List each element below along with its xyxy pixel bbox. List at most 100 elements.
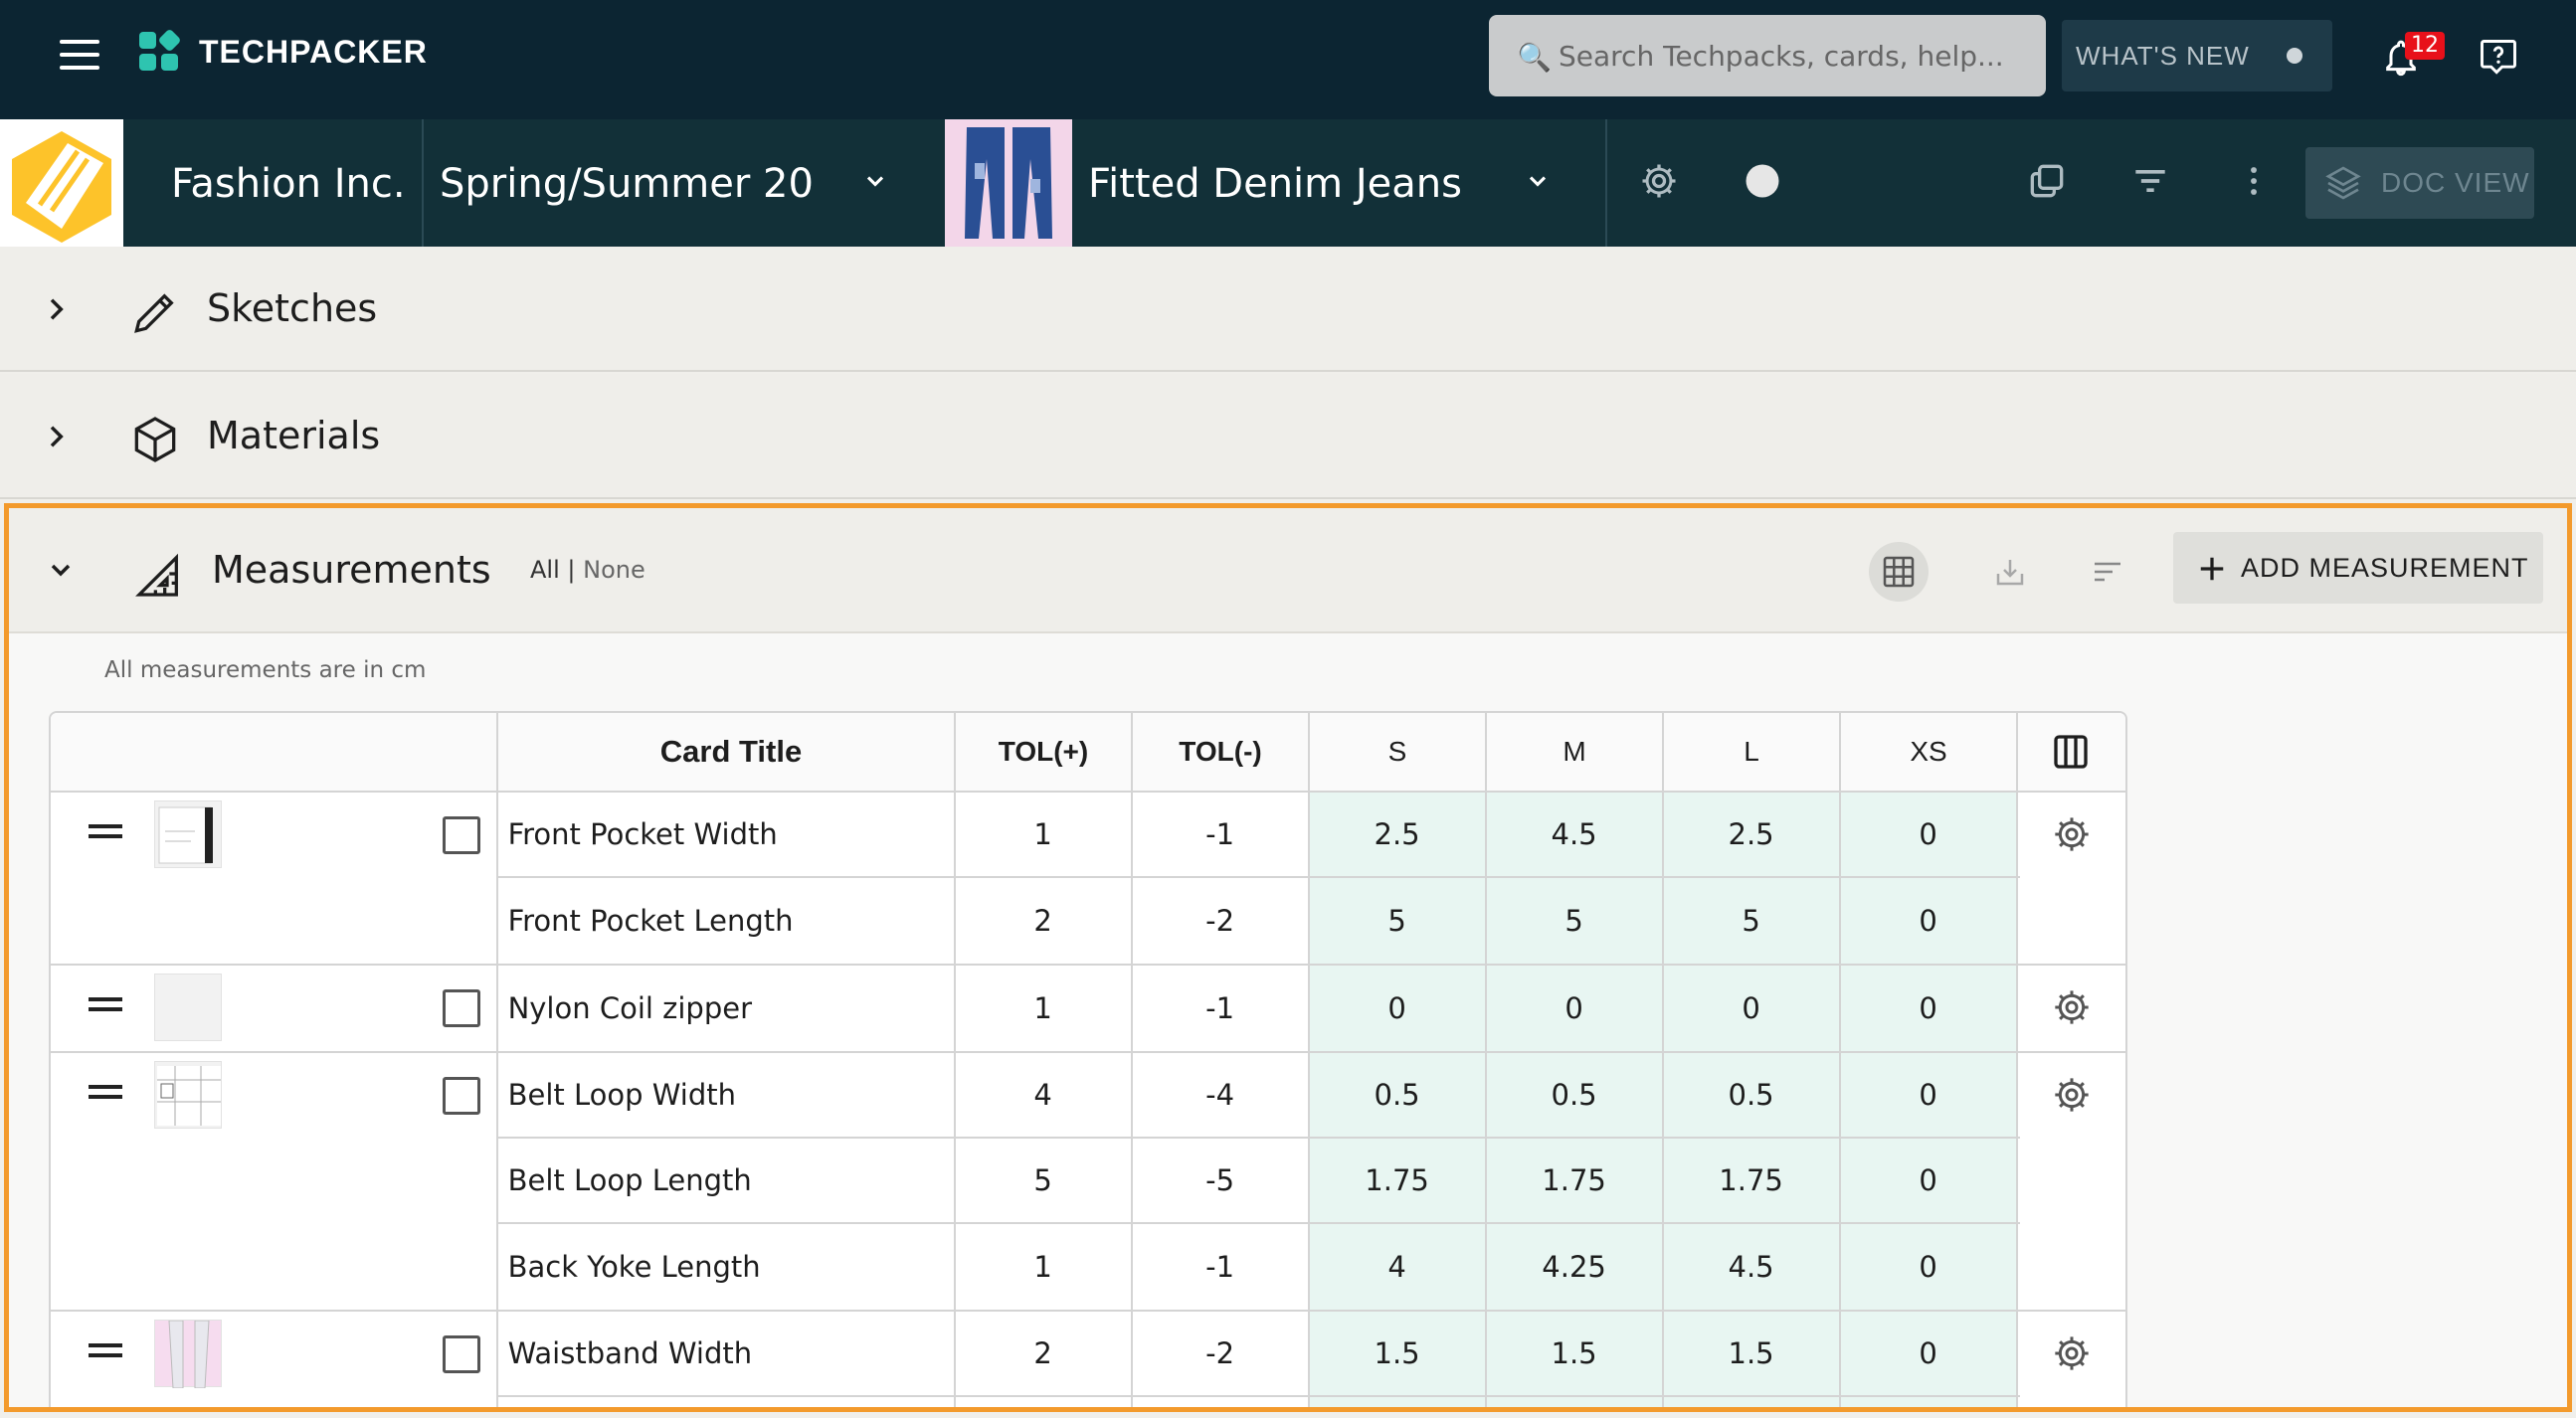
product-name[interactable]: Fitted Denim Jeans [1088, 161, 1462, 207]
cell-size-s[interactable]: 5 [1309, 878, 1487, 964]
cell-size-s[interactable]: 2.5 [1309, 793, 1487, 876]
cell-size-s[interactable] [1309, 1397, 1487, 1407]
filter-icon[interactable] [2128, 159, 2172, 203]
cell-size-xs[interactable]: 0 [1840, 966, 2018, 1051]
cell-card-title[interactable]: Front Pocket Length [498, 878, 956, 964]
cell-tol-minus[interactable]: -1 [1133, 1224, 1310, 1310]
cell-size-l[interactable]: 1.75 [1663, 1139, 1841, 1222]
gear-icon[interactable] [2052, 1333, 2092, 1373]
cell-size-s[interactable]: 4 [1309, 1224, 1487, 1310]
cell-tol-minus[interactable]: -5 [1133, 1139, 1310, 1222]
select-all-link[interactable]: All [530, 556, 560, 584]
cell-card-title[interactable]: Waistband Width [498, 1312, 956, 1395]
cell-size-xs[interactable]: 0 [1840, 878, 2018, 964]
table-row[interactable] [498, 1397, 2021, 1407]
drag-handle-icon[interactable] [89, 824, 122, 838]
header-size-s[interactable]: S [1310, 713, 1487, 791]
sort-icon[interactable] [2078, 542, 2137, 602]
cell-tol-plus[interactable]: 2 [956, 1312, 1133, 1395]
drag-handle-icon[interactable] [89, 1085, 122, 1099]
chevron-right-icon[interactable] [40, 293, 72, 325]
table-row[interactable]: Waistband Width 2 -2 1.5 1.5 1.5 0 [497, 1312, 2021, 1397]
cell-tol-minus[interactable]: -1 [1133, 966, 1310, 1051]
cell-size-s[interactable]: 0 [1309, 966, 1487, 1051]
cell-tol-minus[interactable]: -4 [1133, 1053, 1310, 1137]
header-size-xs[interactable]: XS [1841, 713, 2018, 791]
cell-size-xs[interactable]: 0 [1840, 1224, 2018, 1310]
card-thumbnail[interactable] [154, 974, 222, 1041]
row-checkbox[interactable] [443, 989, 480, 1027]
cell-size-l[interactable]: 2.5 [1663, 793, 1841, 876]
cell-size-xs[interactable] [1840, 1397, 2018, 1407]
section-sketches[interactable]: Sketches [0, 247, 2576, 372]
card-thumbnail[interactable] [154, 1061, 222, 1129]
cell-size-m[interactable]: 1.75 [1486, 1139, 1664, 1222]
cell-size-xs[interactable]: 0 [1840, 1139, 2018, 1222]
header-tol-minus[interactable]: TOL(-) [1133, 713, 1310, 791]
drag-handle-icon[interactable] [89, 997, 122, 1011]
cell-size-m[interactable]: 5 [1486, 878, 1664, 964]
cell-tol-plus[interactable] [956, 1397, 1133, 1407]
cell-size-xs[interactable]: 0 [1840, 1053, 2018, 1137]
table-row[interactable]: Belt Loop Length 5 -5 1.75 1.75 1.75 0 [497, 1139, 2021, 1224]
row-checkbox[interactable] [443, 1077, 480, 1115]
header-columns-toggle[interactable] [2018, 713, 2123, 791]
search-box[interactable]: 🔍 [1489, 15, 2046, 96]
more-vert-icon[interactable] [2232, 159, 2276, 203]
gear-icon[interactable] [2052, 1075, 2092, 1115]
cell-tol-minus[interactable]: -2 [1133, 878, 1310, 964]
gear-icon[interactable] [2052, 814, 2092, 854]
cell-size-xs[interactable]: 0 [1840, 793, 2018, 876]
table-row[interactable]: Belt Loop Width 4 -4 0.5 0.5 0.5 0 [497, 1053, 2021, 1139]
search-input[interactable] [1559, 33, 2026, 79]
cell-tol-plus[interactable]: 1 [956, 793, 1133, 876]
add-measurement-button[interactable]: ADD MEASUREMENT [2173, 532, 2543, 604]
cell-size-m[interactable] [1486, 1397, 1664, 1407]
grid-icon[interactable] [1869, 542, 1929, 602]
select-none-link[interactable]: None [583, 556, 645, 584]
table-row[interactable]: Nylon Coil zipper 1 -1 0 0 0 0 [498, 966, 2021, 1051]
cell-size-l[interactable]: 4.5 [1663, 1224, 1841, 1310]
row-checkbox[interactable] [443, 1335, 480, 1373]
import-icon[interactable] [1980, 542, 2040, 602]
cell-tol-plus[interactable]: 1 [956, 966, 1133, 1051]
cell-size-s[interactable]: 1.5 [1309, 1312, 1487, 1395]
product-thumbnail[interactable] [945, 119, 1072, 247]
chevron-down-icon[interactable] [45, 554, 77, 586]
doc-view-button[interactable]: DOC VIEW [2305, 147, 2534, 219]
settings-icon[interactable] [1637, 159, 1681, 203]
header-tol-plus[interactable]: TOL(+) [956, 713, 1133, 791]
cell-tol-plus[interactable]: 5 [956, 1139, 1133, 1222]
card-thumbnail[interactable] [154, 800, 222, 868]
columns-icon[interactable] [2051, 732, 2091, 772]
cell-size-l[interactable] [1663, 1397, 1841, 1407]
table-row[interactable]: Back Yoke Length 1 -1 4 4.25 4.5 0 [498, 1224, 2021, 1310]
section-materials[interactable]: Materials [0, 374, 2576, 499]
drag-handle-icon[interactable] [89, 1343, 122, 1357]
table-row[interactable]: Front Pocket Width 1 -1 2.5 4.5 2.5 0 [497, 793, 2021, 878]
card-thumbnail[interactable] [154, 1320, 222, 1389]
cell-size-l[interactable]: 5 [1663, 878, 1841, 964]
cell-size-m[interactable]: 4.25 [1486, 1224, 1664, 1310]
chevron-down-icon[interactable] [861, 167, 889, 195]
help-icon[interactable] [2477, 36, 2520, 80]
chevron-right-icon[interactable] [40, 421, 72, 452]
table-row[interactable]: Front Pocket Length 2 -2 5 5 5 0 [498, 878, 2021, 964]
cell-card-title[interactable]: Nylon Coil zipper [498, 966, 956, 1051]
header-card-title[interactable]: Card Title [498, 713, 956, 791]
cell-size-l[interactable]: 0 [1663, 966, 1841, 1051]
gear-icon[interactable] [2052, 987, 2092, 1027]
company-name[interactable]: Fashion Inc. [171, 161, 406, 207]
whats-new-button[interactable]: WHAT'S NEW [2062, 20, 2332, 91]
cell-size-l[interactable]: 1.5 [1663, 1312, 1841, 1395]
cell-size-s[interactable]: 1.75 [1309, 1139, 1487, 1222]
cell-card-title[interactable]: Belt Loop Width [498, 1053, 956, 1137]
row-checkbox[interactable] [443, 816, 480, 854]
copy-icon[interactable] [2025, 159, 2069, 203]
cell-card-title[interactable]: Front Pocket Width [498, 793, 956, 876]
cell-size-m[interactable]: 4.5 [1486, 793, 1664, 876]
cell-size-m[interactable]: 0 [1486, 966, 1664, 1051]
header-size-m[interactable]: M [1487, 713, 1664, 791]
header-size-l[interactable]: L [1664, 713, 1841, 791]
cell-tol-minus[interactable] [1133, 1397, 1310, 1407]
